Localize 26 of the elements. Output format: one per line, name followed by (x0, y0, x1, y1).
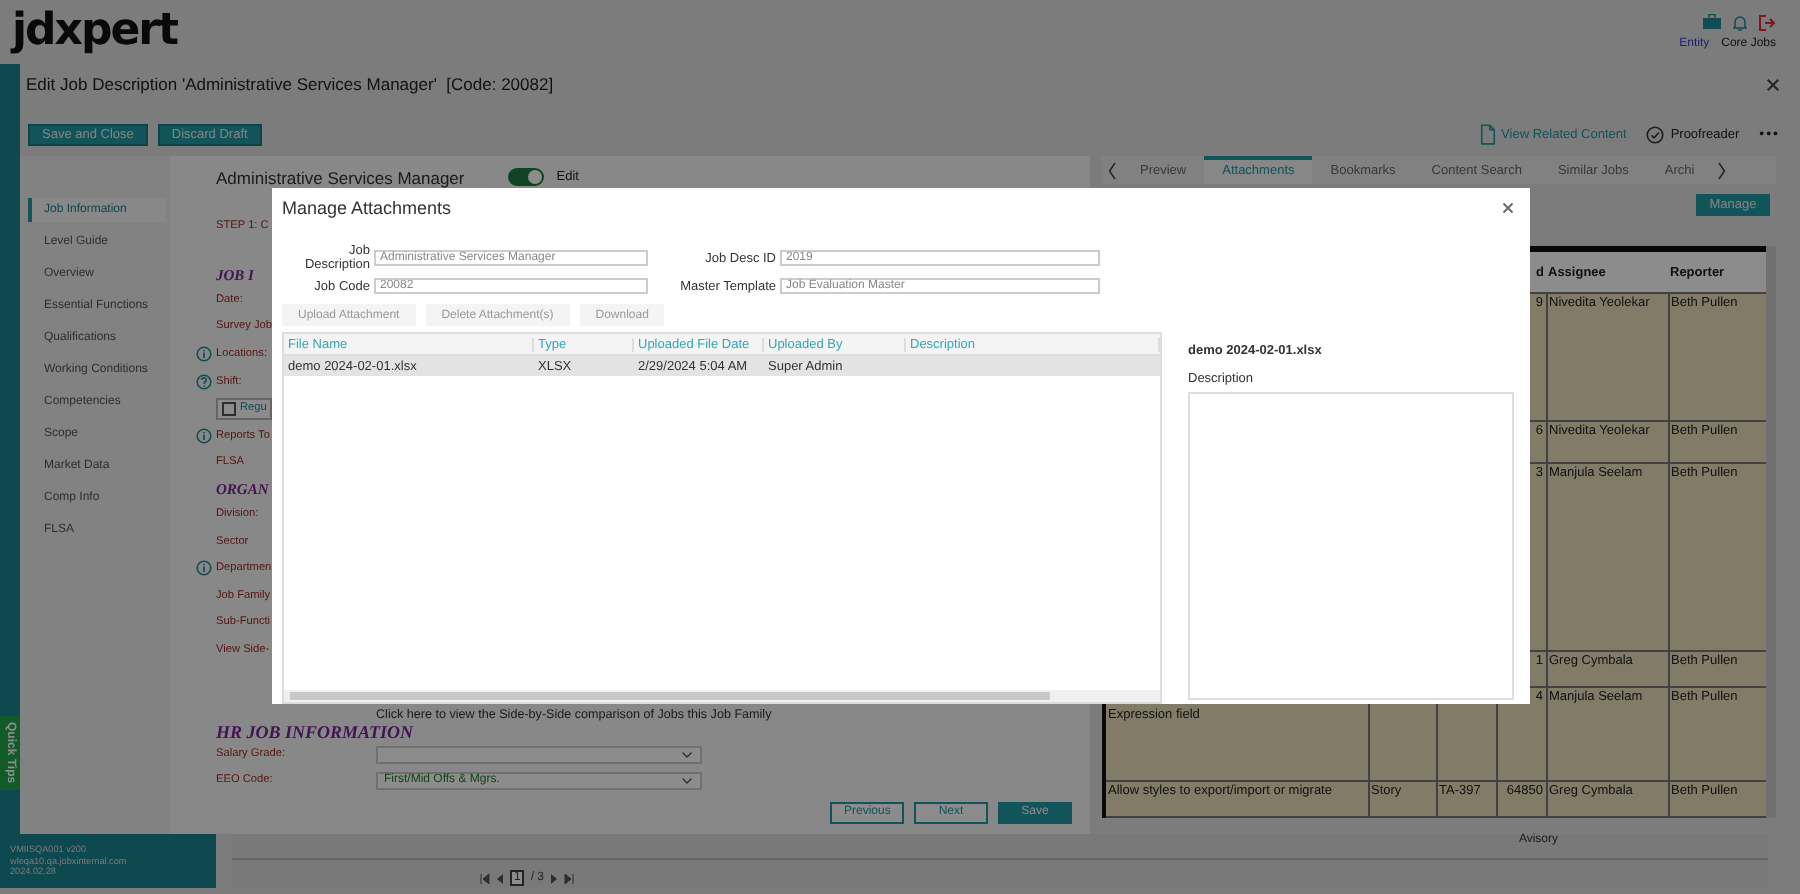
edit-toggle[interactable] (508, 168, 545, 186)
chevron-right-icon (1718, 161, 1727, 179)
help-icon (196, 373, 212, 390)
job-title: Administrative Services Manager (216, 167, 465, 187)
close-icon[interactable] (1502, 202, 1514, 214)
info-icon (196, 345, 212, 362)
document-icon (1479, 124, 1496, 146)
select-field[interactable] (376, 745, 702, 764)
info-icon (196, 560, 212, 577)
check-circle-icon (1646, 126, 1665, 144)
dialog-title: Manage Attachments (282, 198, 452, 218)
first-page-icon[interactable] (480, 873, 490, 883)
last-page-icon[interactable] (564, 873, 575, 883)
close-icon[interactable] (1766, 77, 1780, 91)
previous-page-icon[interactable] (496, 873, 504, 883)
chevron-left-icon (1108, 161, 1116, 179)
briefcase-icon[interactable] (1702, 14, 1722, 30)
next-page-icon[interactable] (550, 873, 559, 883)
info-icon (196, 427, 212, 444)
description-field[interactable] (1188, 392, 1514, 700)
horizontal-scrollbar[interactable] (284, 690, 1160, 702)
page-title: Edit Job Description 'Administrative Services Manager' [Code: 20082] (26, 74, 554, 94)
section-heading: HR JOB INFORMATION (214, 721, 416, 742)
logo: jdxpert (12, 4, 178, 60)
logout-icon[interactable] (1758, 14, 1776, 32)
bell-icon[interactable] (1732, 14, 1748, 32)
